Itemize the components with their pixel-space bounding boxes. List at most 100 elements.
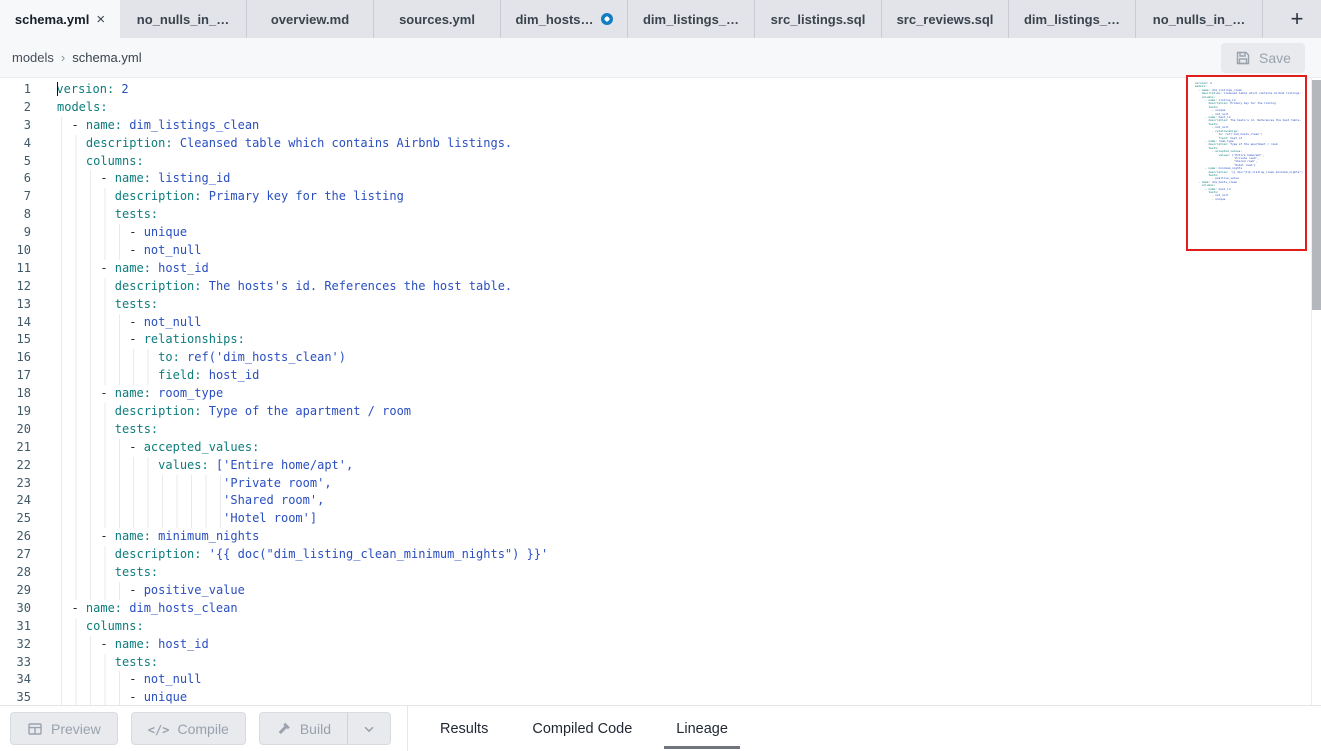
code-line[interactable]: 30- name: dim_hosts_clean xyxy=(0,600,1321,618)
code-line[interactable]: 32- name: host_id xyxy=(0,636,1321,654)
code-line[interactable]: 3- name: dim_listings_clean xyxy=(0,117,1321,135)
code-line[interactable]: 9- unique xyxy=(0,224,1321,242)
code-line[interactable]: 7description: Primary key for the listin… xyxy=(0,188,1321,206)
indent-guides xyxy=(57,188,115,206)
compile-button[interactable]: </>Compile xyxy=(131,712,246,745)
line-content: values: ['Entire home/apt', xyxy=(31,457,353,475)
build-dropdown-button[interactable] xyxy=(347,713,390,744)
code-editor[interactable]: 1 version: 22models:3- name: dim_listings… xyxy=(0,78,1321,705)
tab-src-listings-sql[interactable]: src_listings.sql xyxy=(755,0,882,38)
code-line[interactable]: 31columns: xyxy=(0,618,1321,636)
code-token: Type of the apartment / room xyxy=(202,404,412,418)
code-line[interactable]: 29- positive_value xyxy=(0,582,1321,600)
tab-bar: schema.yml×no_nulls_in_…overview.mdsourc… xyxy=(0,0,1321,38)
code-line[interactable]: 18- name: room_type xyxy=(0,385,1321,403)
tab-src-reviews-sql[interactable]: src_reviews.sql xyxy=(882,0,1009,38)
tab-sources-yml[interactable]: sources.yml xyxy=(374,0,501,38)
unsaved-indicator-icon xyxy=(601,13,613,25)
code-token: tests: xyxy=(115,207,158,221)
editor-scrollbar[interactable] xyxy=(1311,78,1321,705)
indent-guides xyxy=(57,314,129,332)
code-line[interactable]: 22values: ['Entire home/apt', xyxy=(0,457,1321,475)
build-button[interactable]: Build xyxy=(259,712,391,745)
tab-lineage[interactable]: Lineage xyxy=(672,706,732,751)
code-line[interactable]: 33tests: xyxy=(0,654,1321,672)
code-token: name: xyxy=(86,118,122,132)
code-token: columns: xyxy=(86,619,144,633)
line-content: tests: xyxy=(31,421,158,439)
code-line[interactable]: 4description: Cleansed table which conta… xyxy=(0,135,1321,153)
code-line[interactable]: 21- accepted_values: xyxy=(0,439,1321,457)
code-line[interactable]: 27description: '{{ doc("dim_listing_clea… xyxy=(0,546,1321,564)
scrollbar-thumb[interactable] xyxy=(1312,80,1321,310)
tab-dim-listings[interactable]: dim_listings_… xyxy=(1009,0,1136,38)
line-content: description: Cleansed table which contai… xyxy=(31,135,512,153)
code-token: - xyxy=(129,690,143,704)
code-line[interactable]: 19description: Type of the apartment / r… xyxy=(0,403,1321,421)
code-token: - xyxy=(100,386,114,400)
line-number: 12 xyxy=(0,278,31,296)
indent-guides xyxy=(57,421,115,439)
code-line[interactable]: 20tests: xyxy=(0,421,1321,439)
code-token: name: xyxy=(115,529,151,543)
tab-dim-hosts[interactable]: dim_hosts… xyxy=(501,0,628,38)
line-number: 34 xyxy=(0,671,31,689)
code-line[interactable]: 2models: xyxy=(0,99,1321,117)
code-line[interactable]: 24'Shared room', xyxy=(0,492,1321,510)
code-line[interactable]: 11- name: host_id xyxy=(0,260,1321,278)
tab-label: dim_listings_… xyxy=(1024,12,1120,27)
code-line[interactable]: 28tests: xyxy=(0,564,1321,582)
editor-actions: Preview </>Compile Build xyxy=(0,706,407,751)
tab-overview-md[interactable]: overview.md xyxy=(247,0,374,38)
line-content: - relationships: xyxy=(31,331,245,349)
line-content: description: Type of the apartment / roo… xyxy=(31,403,411,421)
code-line[interactable]: 5columns: xyxy=(0,153,1321,171)
breadcrumb-models[interactable]: models xyxy=(12,50,54,65)
tab-dim-listings[interactable]: dim_listings_… xyxy=(628,0,755,38)
line-number: 23 xyxy=(0,475,31,493)
line-number: 2 xyxy=(0,99,31,117)
tab-schema-yml[interactable]: schema.yml× xyxy=(0,0,120,38)
code-token: values: xyxy=(158,458,209,472)
tab-no-nulls-in[interactable]: no_nulls_in_… xyxy=(120,0,247,38)
code-line[interactable]: 12description: The hosts's id. Reference… xyxy=(0,278,1321,296)
code-line[interactable]: 26- name: minimum_nights xyxy=(0,528,1321,546)
line-number: 28 xyxy=(0,564,31,582)
code-token: version: xyxy=(56,82,114,96)
minimap[interactable]: version: 2models: - name: dim_listings_c… xyxy=(1186,75,1307,251)
tab-compiled-code[interactable]: Compiled Code xyxy=(528,706,636,751)
tab-label: Lineage xyxy=(676,721,728,737)
tab-label: Results xyxy=(440,721,488,737)
tab-no-nulls-in[interactable]: no_nulls_in_… xyxy=(1136,0,1263,38)
code-line[interactable]: 13tests: xyxy=(0,296,1321,314)
code-line[interactable]: 35- unique xyxy=(0,689,1321,705)
code-line[interactable]: 25'Hotel room'] xyxy=(0,510,1321,528)
new-tab-button[interactable]: + xyxy=(1273,0,1321,38)
code-line[interactable]: 10- not_null xyxy=(0,242,1321,260)
code-token: - xyxy=(129,583,143,597)
build-button-main[interactable]: Build xyxy=(260,713,347,744)
code-line[interactable]: 8tests: xyxy=(0,206,1321,224)
tab-bar-filler xyxy=(1262,0,1273,38)
preview-button-main[interactable]: Preview xyxy=(11,713,117,744)
code-token: - xyxy=(129,440,143,454)
code-line[interactable]: 6- name: listing_id xyxy=(0,170,1321,188)
save-button[interactable]: Save xyxy=(1221,43,1305,73)
code-line[interactable]: 1version: 2 xyxy=(0,81,1321,99)
code-line[interactable]: 34- not_null xyxy=(0,671,1321,689)
line-number: 1 xyxy=(0,81,31,99)
preview-button[interactable]: Preview xyxy=(10,712,118,745)
code-token: relationships: xyxy=(144,332,245,346)
code-line[interactable]: 16to: ref('dim_hosts_clean') xyxy=(0,349,1321,367)
line-number: 20 xyxy=(0,421,31,439)
code-line[interactable]: 17field: host_id xyxy=(0,367,1321,385)
close-icon[interactable]: × xyxy=(96,12,105,27)
code-line[interactable]: 15- relationships: xyxy=(0,331,1321,349)
save-icon xyxy=(1235,50,1251,66)
code-token: name: xyxy=(115,637,151,651)
active-tab-underline xyxy=(664,746,740,749)
code-line[interactable]: 14- not_null xyxy=(0,314,1321,332)
compile-button-main[interactable]: </>Compile xyxy=(132,713,245,744)
code-line[interactable]: 23'Private room', xyxy=(0,475,1321,493)
tab-results[interactable]: Results xyxy=(436,706,492,751)
